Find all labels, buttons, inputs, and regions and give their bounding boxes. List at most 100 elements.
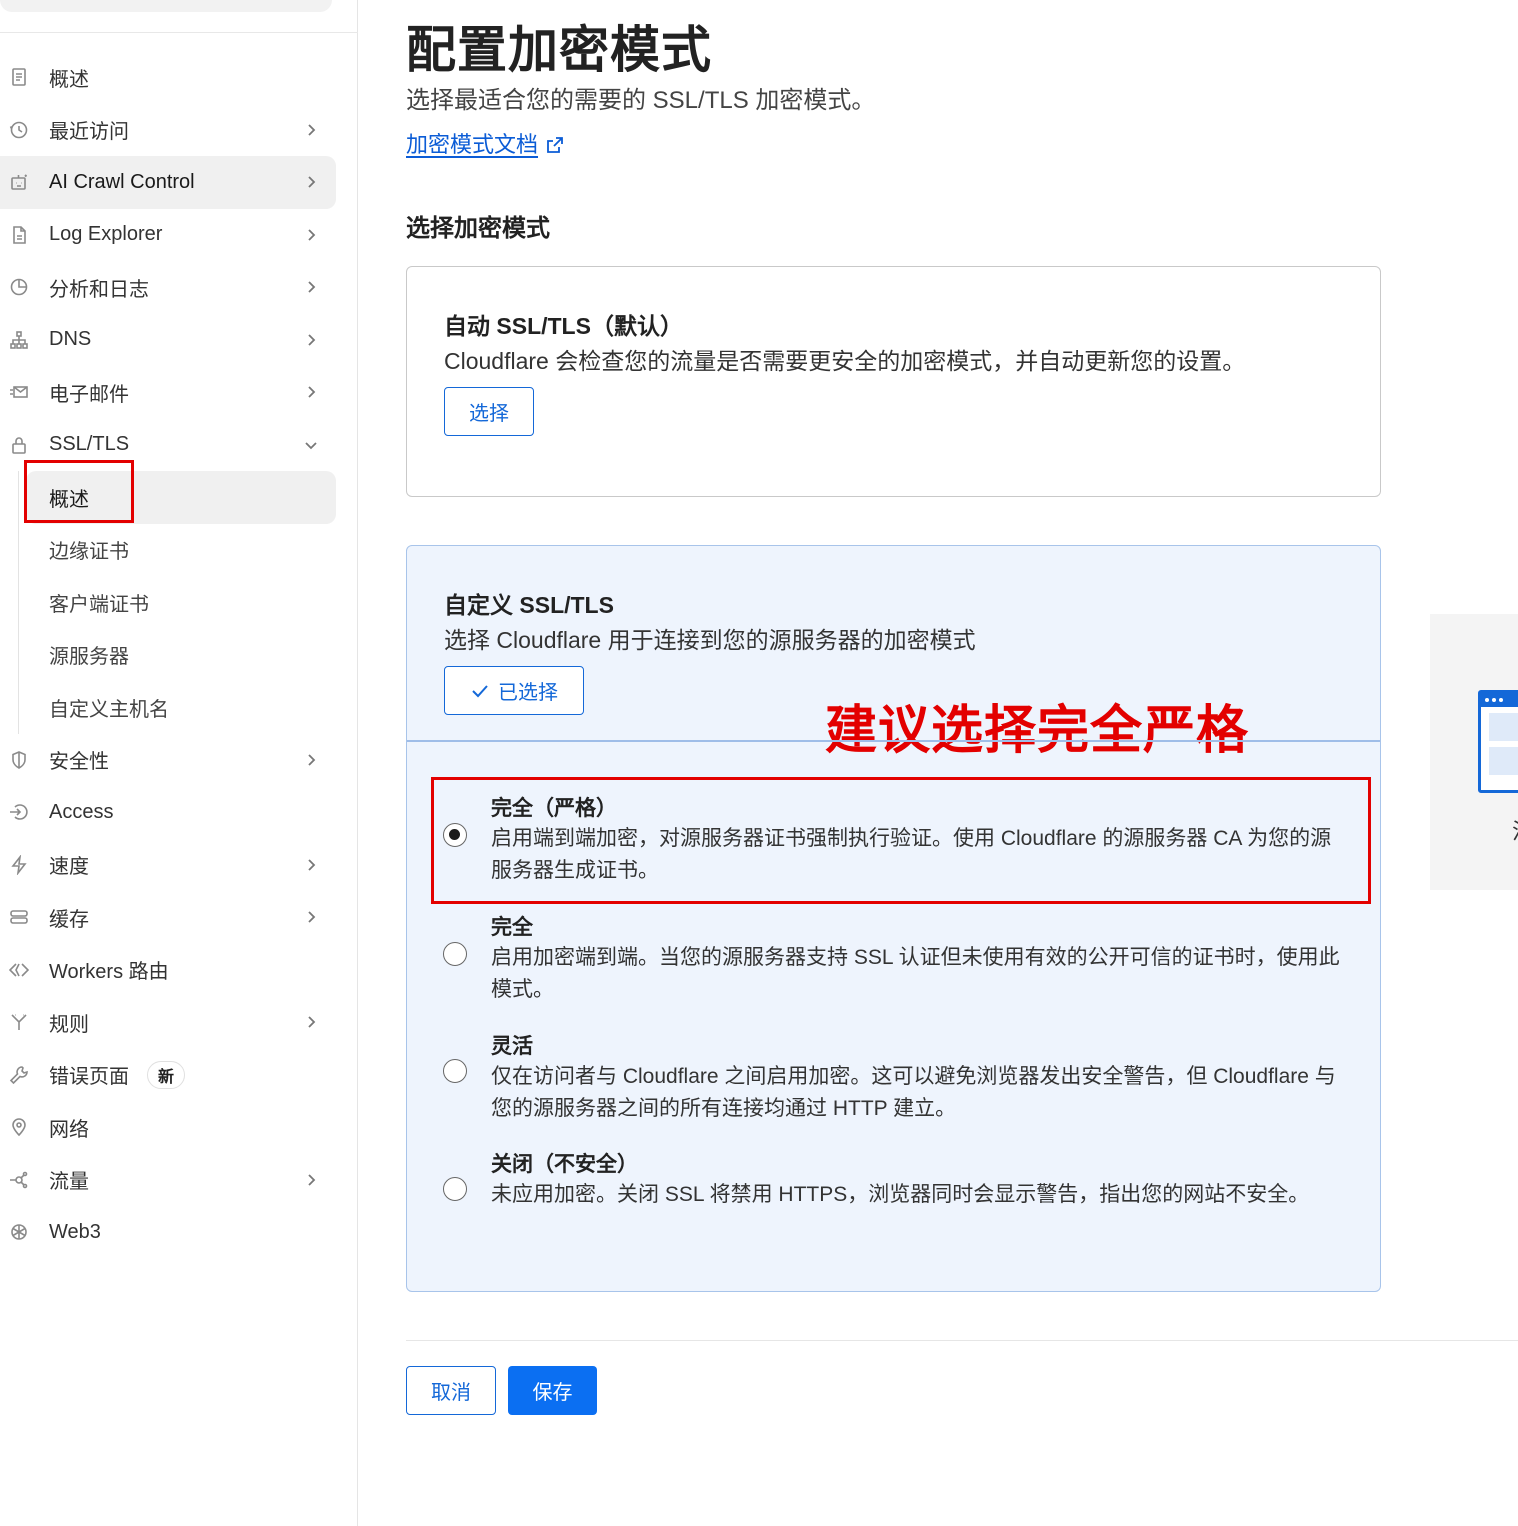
chevron-right-icon bbox=[302, 226, 320, 244]
wrench-icon bbox=[8, 1064, 30, 1086]
save-button[interactable]: 保存 bbox=[508, 1366, 597, 1415]
sidebar-item-label: 边缘证书 bbox=[49, 541, 129, 564]
sidebar-item-rules[interactable]: 规则 bbox=[0, 996, 358, 1049]
option-desc: 启用加密端到端。当您的源服务器支持 SSL 认证但未使用有效的公开可信的证书时，… bbox=[491, 946, 1340, 1001]
custom-ssl-desc: 选择 Cloudflare 用于连接到您的源服务器的加密模式 bbox=[444, 627, 976, 653]
log-icon bbox=[8, 224, 30, 246]
sidebar-item-email[interactable]: 电子邮件 bbox=[0, 366, 358, 419]
page-subtitle: 选择最适合您的需要的 SSL/TLS 加密模式。 bbox=[406, 87, 876, 114]
lock-icon bbox=[8, 434, 30, 456]
sidebar-item-speed[interactable]: 速度 bbox=[0, 839, 358, 892]
radio-full-strict[interactable] bbox=[443, 823, 467, 847]
recommendation-annotation: 建议选择完全严格 bbox=[825, 702, 1250, 760]
sidebar-item-analytics[interactable]: 分析和日志 bbox=[0, 261, 358, 314]
sidebar-item-workers-routes[interactable]: Workers 路由 bbox=[0, 944, 358, 997]
traffic-icon bbox=[8, 1169, 30, 1191]
sidebar-subitem-overview[interactable]: 概述 bbox=[26, 471, 336, 524]
cancel-button[interactable]: 取消 bbox=[406, 1366, 496, 1415]
pie-chart-icon bbox=[8, 276, 30, 298]
custom-ssl-selected-button[interactable]: 已选择 bbox=[444, 666, 584, 715]
sidebar-subitem-custom-hostnames[interactable]: 自定义主机名 bbox=[0, 681, 358, 734]
chevron-right-icon bbox=[302, 383, 320, 401]
chevron-right-icon bbox=[302, 331, 320, 349]
sidebar-item-label: 网络 bbox=[49, 1118, 89, 1141]
web3-icon bbox=[8, 1221, 30, 1243]
sidebar-item-log-explorer[interactable]: Log Explorer bbox=[0, 209, 358, 262]
browser-pane bbox=[1489, 747, 1518, 775]
sidebar-item-label: 自定义主机名 bbox=[49, 698, 169, 721]
page-title: 配置加密模式 bbox=[406, 22, 712, 78]
sidebar-item-dns[interactable]: DNS bbox=[0, 314, 358, 367]
custom-ssl-title: 自定义 SSL/TLS bbox=[444, 592, 614, 618]
sidebar-item-access[interactable]: Access bbox=[0, 786, 358, 839]
option-desc: 仅在访问者与 Cloudflare 之间启用加密。这可以避免浏览器发出安全警告，… bbox=[491, 1065, 1336, 1120]
nav-list: 概述 最近访问 AI Crawl Control Log Explorer 分析… bbox=[0, 51, 358, 1259]
sidebar-item-label: 概述 bbox=[49, 68, 89, 91]
sidebar-subitem-client-certificates[interactable]: 客户端证书 bbox=[0, 576, 358, 629]
sidebar-item-label: DNS bbox=[49, 328, 92, 351]
chevron-right-icon bbox=[302, 173, 320, 191]
sidebar-item-security[interactable]: 安全性 bbox=[0, 734, 358, 787]
sidebar-item-ssl-tls[interactable]: SSL/TLS bbox=[0, 419, 358, 472]
sidebar-item-ai-crawl-control[interactable]: AI Crawl Control bbox=[0, 156, 336, 209]
sidebar-item-label: SSL/TLS bbox=[49, 433, 130, 456]
account-switcher[interactable] bbox=[0, 0, 332, 12]
chevron-right-icon bbox=[302, 908, 320, 926]
sidebar-item-label: 最近访问 bbox=[49, 121, 129, 144]
mail-icon bbox=[8, 381, 30, 403]
sidebar-item-label: 错误页面 bbox=[49, 1066, 129, 1089]
doc-link-label: 加密模式文档 bbox=[406, 132, 539, 157]
sidebar-item-label: Log Explorer bbox=[49, 223, 163, 246]
sidebar-item-label: 客户端证书 bbox=[49, 593, 149, 616]
sidebar-item-network[interactable]: 网络 bbox=[0, 1101, 358, 1154]
sidebar-item-recent[interactable]: 最近访问 bbox=[0, 104, 358, 157]
option-title: 完全 bbox=[491, 916, 533, 939]
browser-pane bbox=[1489, 713, 1518, 741]
side-help-panel: 注 bbox=[1430, 614, 1518, 890]
sidebar-item-label: 电子邮件 bbox=[49, 383, 129, 406]
sidebar-item-cache[interactable]: 缓存 bbox=[0, 891, 358, 944]
ssl-submenu: 概述 边缘证书 客户端证书 源服务器 自定义主机名 bbox=[0, 471, 358, 734]
sidebar-item-error-pages[interactable]: 错误页面 新 bbox=[0, 1049, 358, 1102]
auto-ssl-select-button[interactable]: 选择 bbox=[444, 387, 534, 436]
code-icon bbox=[8, 959, 30, 981]
clock-icon bbox=[8, 119, 30, 141]
sidebar-divider bbox=[0, 32, 358, 33]
auto-ssl-desc: Cloudflare 会检查您的流量是否需要更安全的加密模式，并自动更新您的设置… bbox=[444, 348, 1246, 374]
sidebar-item-label: 流量 bbox=[49, 1171, 89, 1194]
chevron-right-icon bbox=[302, 121, 320, 139]
sidebar-item-label: AI Crawl Control bbox=[49, 170, 195, 193]
chevron-down-icon bbox=[302, 436, 320, 454]
document-icon bbox=[8, 66, 30, 88]
check-icon bbox=[470, 681, 490, 701]
storage-icon bbox=[8, 906, 30, 928]
footer-divider bbox=[406, 1340, 1518, 1341]
option-desc: 未应用加密。关闭 SSL 将禁用 HTTPS，浏览器同时会显示警告，指出您的网站… bbox=[491, 1183, 1310, 1206]
panel-text-fragment: 注 bbox=[1512, 814, 1518, 846]
sidebar-item-web3[interactable]: Web3 bbox=[0, 1206, 358, 1259]
lightning-icon bbox=[8, 854, 30, 876]
sidebar-item-label: 源服务器 bbox=[49, 646, 129, 669]
sidebar-subitem-origin-server[interactable]: 源服务器 bbox=[0, 629, 358, 682]
sidebar-subitem-edge-certificates[interactable]: 边缘证书 bbox=[0, 524, 358, 577]
auto-ssl-title: 自动 SSL/TLS（默认） bbox=[444, 313, 683, 339]
sidebar-item-label: Access bbox=[49, 800, 114, 823]
chevron-right-icon bbox=[302, 278, 320, 296]
radio-full[interactable] bbox=[443, 942, 467, 966]
sidebar-item-label: 安全性 bbox=[49, 751, 109, 774]
robot-icon bbox=[8, 171, 30, 193]
sidebar: 概述 最近访问 AI Crawl Control Log Explorer 分析… bbox=[0, 0, 358, 1526]
browser-bar bbox=[1481, 693, 1518, 707]
option-title: 灵活 bbox=[491, 1035, 533, 1058]
sidebar-item-label: 概述 bbox=[49, 488, 89, 511]
chevron-right-icon bbox=[302, 1013, 320, 1031]
shield-icon bbox=[8, 749, 30, 771]
access-icon bbox=[8, 801, 30, 823]
sidebar-item-overview[interactable]: 概述 bbox=[0, 51, 358, 104]
sidebar-item-label: Web3 bbox=[49, 1220, 101, 1243]
radio-off[interactable] bbox=[443, 1177, 467, 1201]
sidebar-item-traffic[interactable]: 流量 bbox=[0, 1154, 358, 1207]
radio-flexible[interactable] bbox=[443, 1059, 467, 1083]
encryption-docs-link[interactable]: 加密模式文档 bbox=[406, 127, 564, 159]
new-badge: 新 bbox=[147, 1060, 185, 1089]
